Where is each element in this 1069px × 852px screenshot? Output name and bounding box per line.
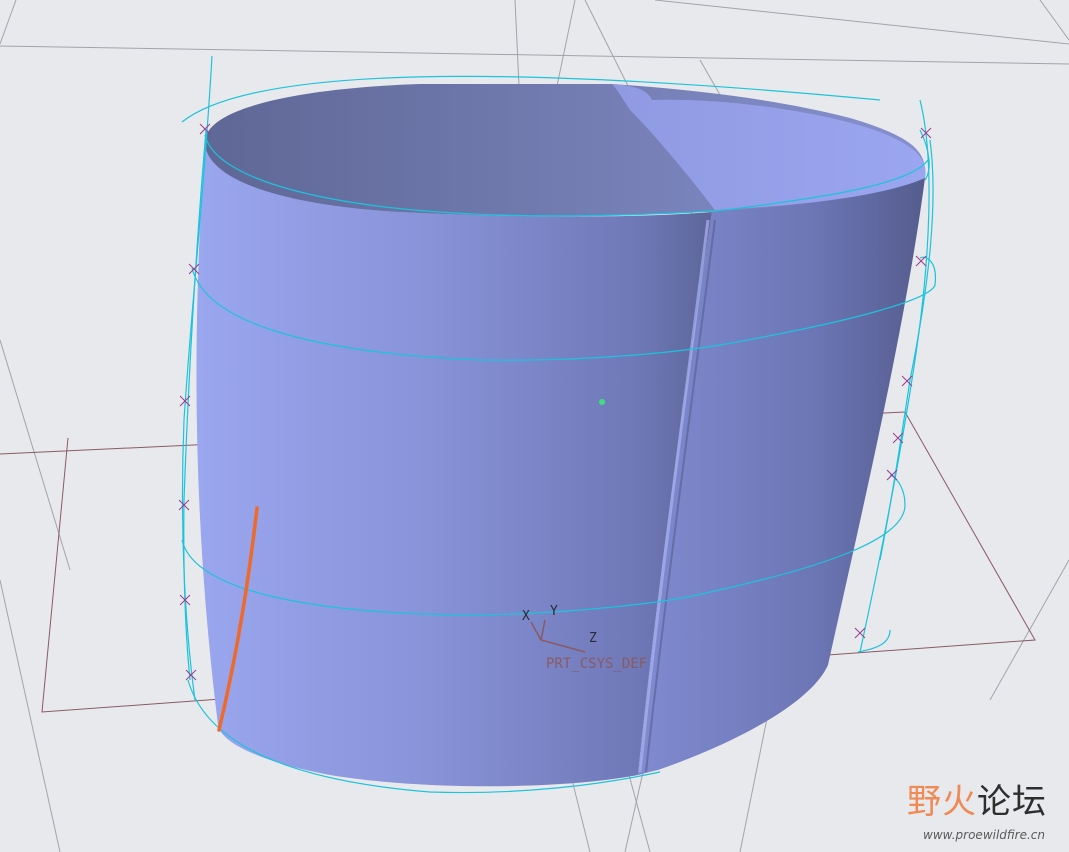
datum-plane-front[interactable] xyxy=(0,45,1069,65)
watermark-url: www.proewildfire.cn xyxy=(923,828,1045,842)
watermark-title-part-2: 论坛 xyxy=(977,782,1047,822)
datum-plane-edge[interactable] xyxy=(1039,0,1069,41)
watermark-title-part-1: 野火 xyxy=(907,782,977,822)
spin-center[interactable] xyxy=(599,399,605,405)
model-canvas[interactable]: X Y Z PRT_CSYS_DEF xyxy=(0,0,1069,852)
vertex-marker[interactable] xyxy=(901,375,913,387)
forum-watermark: 野火论坛 www.proewildfire.cn xyxy=(877,774,1047,844)
datum-plane-edge[interactable] xyxy=(0,0,17,45)
csys-name-label[interactable]: PRT_CSYS_DEF xyxy=(546,656,647,672)
csys-z-label: Z xyxy=(589,631,597,646)
csys-y-label: Y xyxy=(550,604,558,619)
vertex-marker[interactable] xyxy=(199,123,211,135)
watermark-title: 野火论坛 xyxy=(907,774,1047,823)
datum-plane-edge[interactable] xyxy=(0,339,71,571)
csys-x-label: X xyxy=(522,609,530,624)
graphics-viewport[interactable]: X Y Z PRT_CSYS_DEF 野火论坛 www.proewildfire… xyxy=(0,0,1069,852)
cylinder-front-surface[interactable] xyxy=(196,145,712,787)
datum-plane-right[interactable] xyxy=(654,0,1069,45)
vertex-marker[interactable] xyxy=(188,263,200,275)
